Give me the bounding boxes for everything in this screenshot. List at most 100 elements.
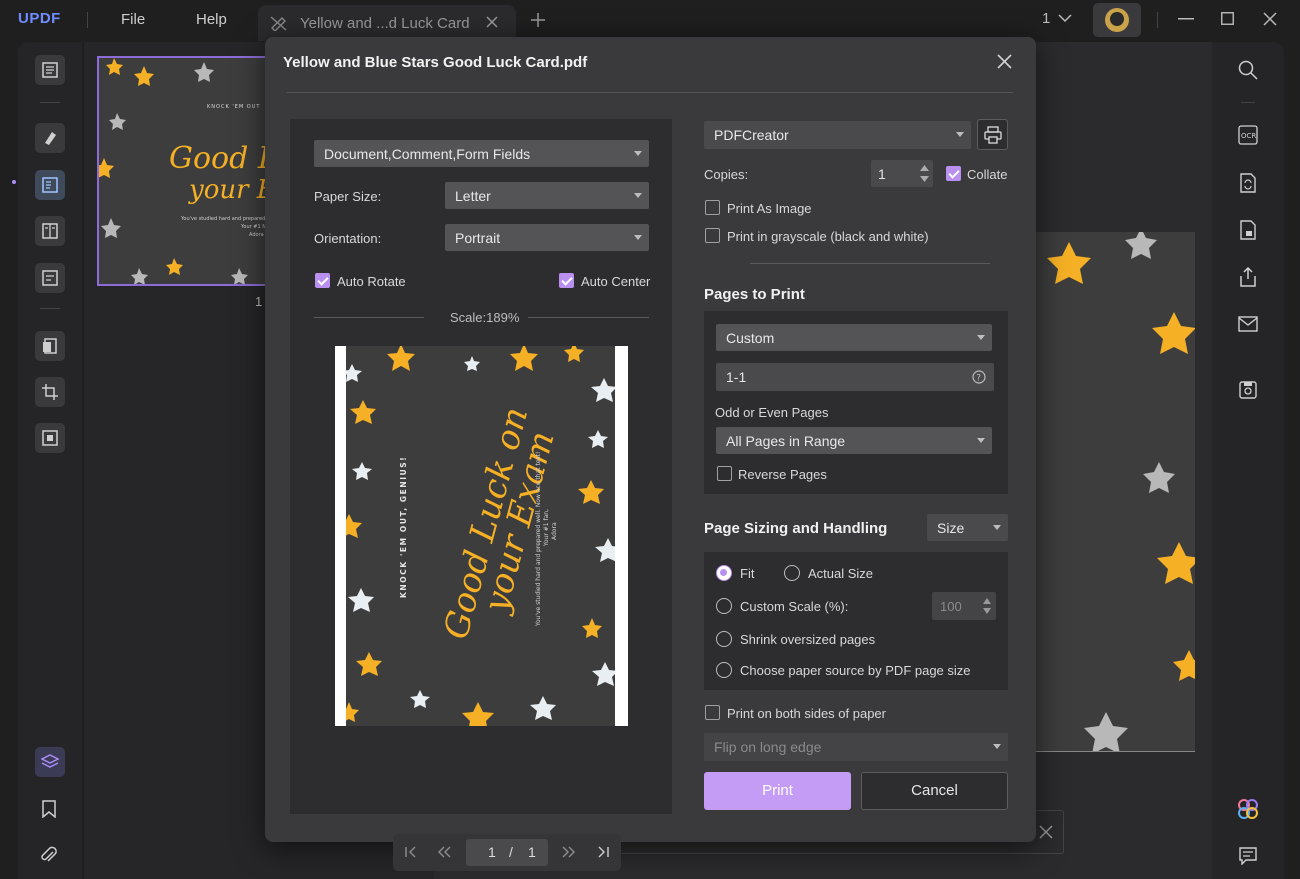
protect-icon[interactable] [35, 423, 65, 453]
page-indicator[interactable]: 1 [1042, 10, 1050, 27]
page-range-value: 1-1 [726, 369, 747, 385]
document-tab[interactable]: Yellow and ...d Luck Card [258, 5, 516, 41]
current-page-input[interactable]: 1 [488, 844, 496, 860]
new-tab-icon[interactable] [531, 13, 545, 27]
save-icon[interactable] [1237, 379, 1259, 401]
comment-icon[interactable] [35, 123, 65, 153]
mail-icon[interactable] [1237, 313, 1259, 335]
collate-checkbox[interactable] [946, 166, 961, 181]
svg-text:your E: your E [188, 175, 267, 205]
stepper-down-icon[interactable] [920, 176, 929, 182]
close-window-icon[interactable] [1263, 12, 1277, 26]
ai-assistant-icon[interactable] [1237, 798, 1259, 820]
thumbnail-page-number: 1 [255, 294, 263, 309]
reverse-pages-checkbox[interactable] [717, 466, 732, 481]
divider [750, 263, 990, 264]
divider [40, 102, 60, 103]
auto-rotate-checkbox[interactable] [315, 273, 330, 288]
next-page-icon[interactable] [561, 844, 577, 860]
auto-center-label: Auto Center [581, 274, 651, 289]
minimize-icon[interactable] [1178, 18, 1194, 20]
document-edit-icon [270, 15, 288, 31]
crop-icon[interactable] [35, 377, 65, 407]
svg-text:OCR: OCR [1241, 132, 1256, 140]
close-dialog-icon[interactable] [997, 54, 1012, 69]
attachment-icon[interactable] [41, 846, 57, 866]
page-navigator: 1 / 1 [393, 834, 621, 871]
content-select[interactable]: Document,Comment,Form Fields [314, 140, 649, 167]
print-button[interactable]: Print [704, 772, 851, 810]
dialog-title: Yellow and Blue Stars Good Luck Card.pdf [283, 54, 588, 71]
print-as-image-checkbox[interactable] [705, 200, 720, 215]
auto-rotate-label: Auto Rotate [337, 274, 406, 289]
printer-icon [984, 126, 1002, 144]
divider [314, 317, 424, 318]
avatar[interactable] [1093, 3, 1141, 37]
odd-even-select[interactable]: All Pages in Range [716, 427, 992, 454]
page-separator: / [509, 844, 513, 860]
sizing-select[interactable]: Size [927, 514, 1008, 541]
page-range-input[interactable]: 1-1 ? [716, 363, 994, 391]
copies-stepper[interactable]: 1 [871, 160, 933, 187]
comment-list-icon[interactable] [1237, 845, 1259, 867]
actual-size-label: Actual Size [808, 566, 874, 581]
custom-scale-stepper[interactable]: 100 [932, 592, 996, 620]
scale-label: Scale:189% [450, 310, 520, 325]
stepper-up-icon[interactable] [983, 598, 991, 604]
actual-size-radio[interactable] [784, 565, 800, 581]
divider [1034, 751, 1195, 752]
organize-icon[interactable] [35, 216, 65, 246]
flip-edge-select[interactable]: Flip on long edge [704, 733, 1008, 761]
search-icon[interactable] [1237, 59, 1259, 81]
first-page-icon[interactable] [403, 844, 419, 860]
last-page-icon[interactable] [595, 844, 611, 860]
fit-radio[interactable] [716, 565, 732, 581]
maximize-icon[interactable] [1221, 12, 1234, 25]
svg-text:You've studied hard and prepar: You've studied hard and prepared [180, 216, 265, 222]
copies-value: 1 [878, 166, 886, 182]
close-toolbar-icon[interactable] [1039, 825, 1053, 839]
protect-doc-icon[interactable] [1237, 219, 1259, 241]
print-preview-page: KNOCK 'EM OUT, GENIUS! Good Luck on your… [335, 346, 628, 726]
reader-icon[interactable] [35, 55, 65, 85]
custom-scale-value: 100 [940, 599, 962, 614]
paper-size-label: Paper Size: [314, 189, 382, 204]
ocr-icon[interactable]: OCR [1237, 124, 1259, 146]
menu-file[interactable]: File [121, 11, 145, 28]
share-icon[interactable] [1237, 266, 1259, 288]
custom-scale-radio[interactable] [716, 598, 732, 614]
active-indicator [12, 180, 16, 184]
form-icon[interactable] [35, 263, 65, 293]
shrink-label: Shrink oversized pages [740, 632, 876, 647]
menu-help[interactable]: Help [196, 11, 227, 28]
help-icon[interactable]: ? [972, 370, 986, 384]
left-toolbar [18, 42, 82, 879]
chevron-down-icon[interactable] [1058, 13, 1072, 23]
paper-source-radio[interactable] [716, 662, 732, 678]
shrink-radio[interactable] [716, 631, 732, 647]
cancel-button[interactable]: Cancel [861, 772, 1008, 810]
prev-page-icon[interactable] [436, 844, 452, 860]
page-tools-icon[interactable] [35, 331, 65, 361]
stepper-down-icon[interactable] [983, 608, 991, 614]
printer-properties-button[interactable] [977, 119, 1008, 150]
stepper-up-icon[interactable] [920, 165, 929, 171]
layers-icon[interactable] [35, 747, 65, 777]
pages-select[interactable]: Custom [716, 324, 992, 351]
page-sizing-group: Fit Actual Size Custom Scale (%): 100 Sh… [704, 552, 1008, 690]
card-artwork: KNOCK 'EM OUT, GENIUS! Good Luck on your… [346, 346, 615, 726]
page-number-box[interactable]: 1 / 1 [466, 839, 548, 866]
both-sides-checkbox[interactable] [705, 705, 720, 720]
page-thumbnail[interactable]: KNOCK 'EM OUT Good Lu your E You've stud… [97, 56, 267, 286]
orientation-select[interactable]: Portrait [445, 224, 649, 251]
grayscale-checkbox[interactable] [705, 228, 720, 243]
auto-center-checkbox[interactable] [559, 273, 574, 288]
bookmark-icon[interactable] [42, 800, 56, 818]
close-tab-icon[interactable] [486, 16, 498, 28]
paper-size-select[interactable]: Letter [445, 182, 649, 209]
edit-pdf-icon[interactable] [35, 170, 65, 200]
printer-select[interactable]: PDFCreator [704, 121, 971, 149]
convert-icon[interactable] [1237, 172, 1259, 194]
svg-text:KNOCK 'EM OUT: KNOCK 'EM OUT [207, 104, 260, 110]
divider [1157, 12, 1158, 28]
